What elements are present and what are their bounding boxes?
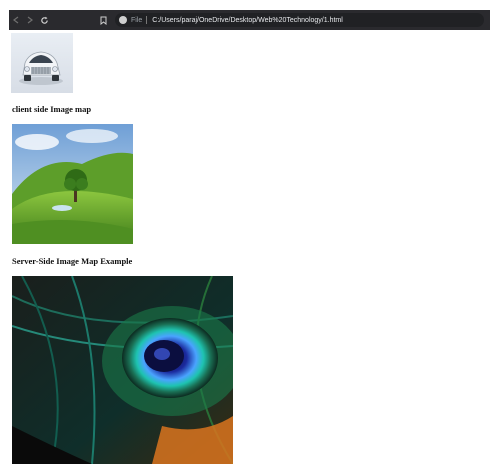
- bookmark-icon: [100, 16, 106, 25]
- car-image[interactable]: [11, 33, 73, 93]
- forward-button[interactable]: [23, 10, 37, 30]
- info-icon[interactable]: [119, 16, 127, 24]
- green-hills-image[interactable]: [12, 124, 133, 244]
- back-arrow-icon: [13, 16, 19, 24]
- browser-toolbar: File C:/Users/paraj/OneDrive/Desktop/Web…: [9, 10, 490, 30]
- reload-icon: [40, 16, 48, 24]
- reload-button[interactable]: [37, 10, 51, 30]
- client-side-heading: client side Image map: [12, 104, 92, 114]
- file-scheme-label: File: [131, 16, 143, 24]
- back-button[interactable]: [9, 10, 23, 30]
- bookmark-button[interactable]: [97, 10, 109, 30]
- peacock-feather-image[interactable]: [12, 276, 233, 464]
- server-side-heading: Server-Side Image Map Example: [12, 256, 133, 266]
- address-separator: [146, 16, 148, 24]
- address-bar[interactable]: File C:/Users/paraj/OneDrive/Desktop/Web…: [115, 13, 484, 27]
- forward-arrow-icon: [27, 16, 33, 24]
- url-text[interactable]: C:/Users/paraj/OneDrive/Desktop/Web%20Te…: [152, 17, 343, 24]
